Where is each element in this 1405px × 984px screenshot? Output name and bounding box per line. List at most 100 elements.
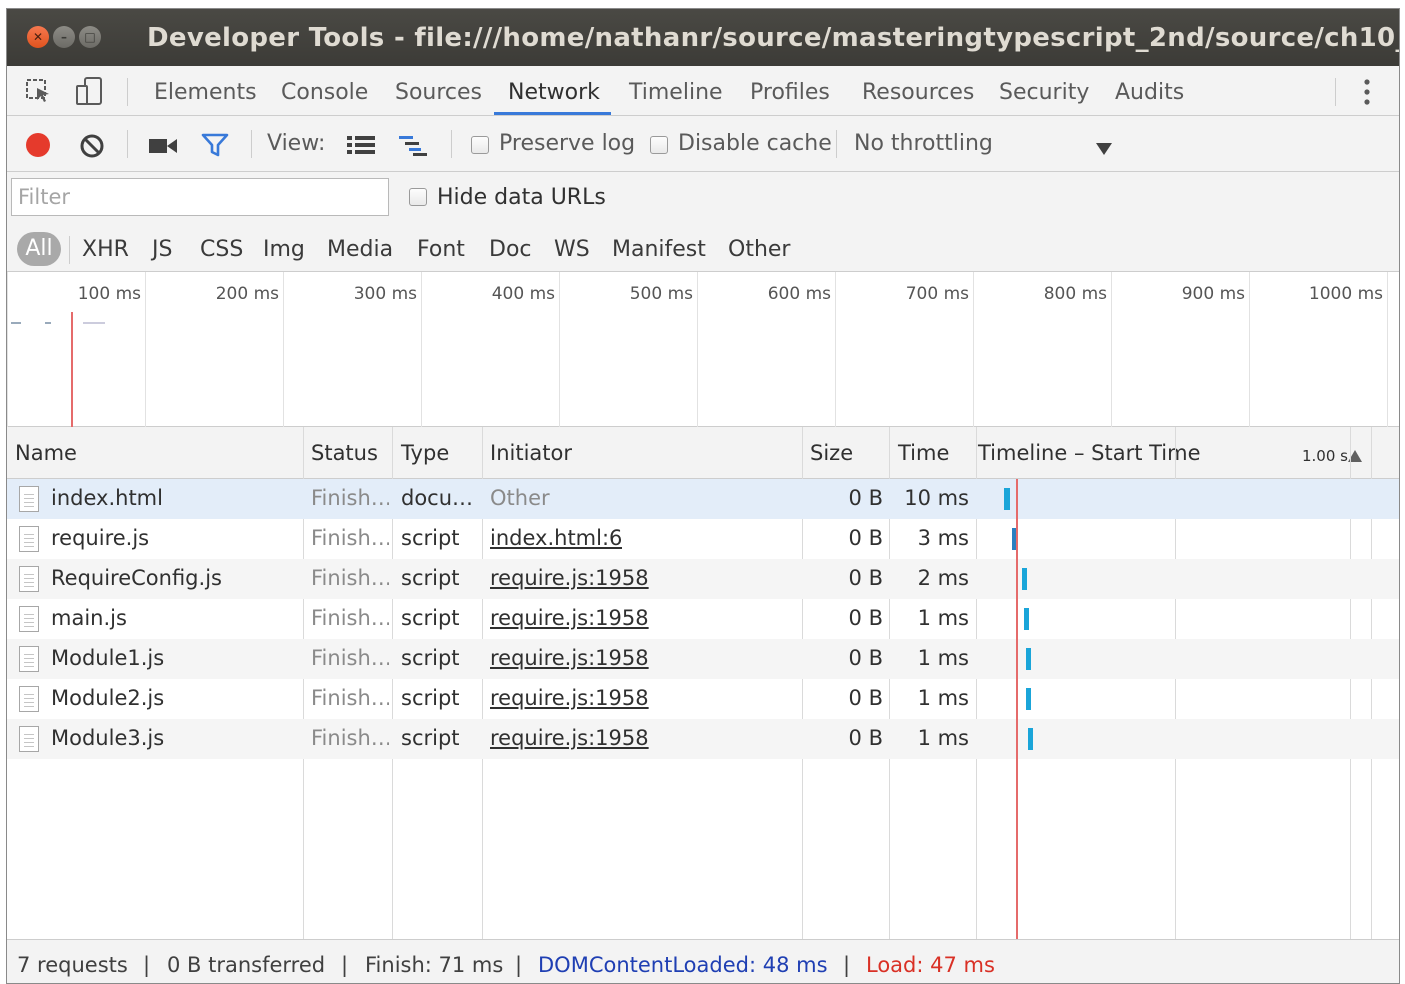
tab-elements[interactable]: Elements bbox=[154, 80, 257, 105]
window-maximize-button[interactable]: □ bbox=[79, 26, 101, 48]
request-status: Finish… bbox=[311, 486, 389, 510]
type-filter-manifest[interactable]: Manifest bbox=[612, 237, 706, 262]
overview-tick: 500 ms bbox=[629, 284, 693, 304]
type-filter-js[interactable]: JS bbox=[152, 237, 172, 262]
more-options-icon[interactable] bbox=[1363, 78, 1371, 110]
column-type[interactable]: Type bbox=[401, 441, 449, 465]
type-filter-css[interactable]: CSS bbox=[200, 237, 243, 262]
tab-audits[interactable]: Audits bbox=[1115, 80, 1184, 105]
request-initiator-link[interactable]: require.js:1958 bbox=[490, 566, 649, 590]
type-filter-all[interactable]: All bbox=[17, 232, 61, 266]
type-filter-doc[interactable]: Doc bbox=[489, 237, 532, 262]
window-minimize-button[interactable]: – bbox=[53, 26, 75, 48]
request-name: require.js bbox=[51, 526, 150, 550]
column-initiator[interactable]: Initiator bbox=[490, 441, 572, 465]
column-time[interactable]: Time bbox=[898, 441, 949, 465]
request-time: 3 ms bbox=[917, 526, 969, 550]
minimize-icon: – bbox=[61, 30, 67, 44]
table-row[interactable]: require.js Finish… script index.html:6 0… bbox=[7, 519, 1399, 559]
network-overview[interactable]: 100 ms 200 ms 300 ms 400 ms 500 ms 600 m… bbox=[7, 272, 1399, 427]
overview-tick: 100 ms bbox=[77, 284, 141, 304]
overview-tick: 200 ms bbox=[215, 284, 279, 304]
disable-cache-checkbox[interactable] bbox=[650, 136, 668, 154]
preserve-log-checkbox[interactable] bbox=[471, 136, 489, 154]
column-size[interactable]: Size bbox=[810, 441, 853, 465]
tab-console[interactable]: Console bbox=[281, 80, 368, 105]
overview-tick: 1000 ms bbox=[1308, 284, 1383, 304]
request-size: 0 B bbox=[848, 686, 883, 710]
timeline-scale-label: 1.00 s bbox=[1302, 447, 1348, 465]
request-type: script bbox=[401, 566, 460, 590]
filter-toggle-button[interactable] bbox=[201, 132, 229, 162]
hide-data-urls-label: Hide data URLs bbox=[437, 185, 606, 210]
request-initiator-link[interactable]: require.js:1958 bbox=[490, 686, 649, 710]
status-separator: | bbox=[341, 953, 349, 977]
overview-toggle-button[interactable] bbox=[399, 136, 429, 160]
device-mode-icon[interactable] bbox=[75, 76, 105, 110]
request-time: 1 ms bbox=[917, 726, 969, 750]
type-filter-font[interactable]: Font bbox=[417, 237, 465, 262]
overview-tick: 600 ms bbox=[767, 284, 831, 304]
filter-bar: Filter Hide data URLs All XHR JS CSS Img… bbox=[7, 172, 1399, 272]
document-icon bbox=[19, 526, 39, 552]
document-icon bbox=[19, 686, 39, 712]
tab-resources[interactable]: Resources bbox=[862, 80, 974, 105]
request-status: Finish… bbox=[311, 686, 389, 710]
waterfall-load-marker bbox=[1016, 479, 1018, 939]
clear-button[interactable] bbox=[79, 133, 105, 163]
table-row[interactable]: RequireConfig.js Finish… script require.… bbox=[7, 559, 1399, 599]
overview-tick: 800 ms bbox=[1043, 284, 1107, 304]
requests-table: Name Status Type Initiator Size Time Tim… bbox=[7, 427, 1399, 939]
table-row[interactable]: Module3.js Finish… script require.js:195… bbox=[7, 719, 1399, 759]
record-button[interactable] bbox=[25, 132, 51, 162]
inspect-element-icon[interactable] bbox=[25, 78, 53, 108]
document-icon bbox=[19, 726, 39, 752]
request-time: 10 ms bbox=[904, 486, 969, 510]
close-icon: ✕ bbox=[32, 30, 44, 44]
column-name[interactable]: Name bbox=[15, 441, 77, 465]
request-type: docu… bbox=[401, 486, 474, 510]
type-filter-ws[interactable]: WS bbox=[554, 237, 590, 262]
load-time: Load: 47 ms bbox=[866, 953, 995, 977]
table-row[interactable]: index.html Finish… docu… Other 0 B 10 ms bbox=[7, 479, 1399, 519]
request-initiator-link[interactable]: index.html:6 bbox=[490, 526, 622, 550]
disable-cache-label: Disable cache bbox=[678, 131, 832, 156]
request-initiator-link[interactable]: require.js:1958 bbox=[490, 726, 649, 750]
large-rows-button[interactable] bbox=[347, 136, 375, 158]
finish-time: Finish: 71 ms bbox=[365, 953, 504, 977]
maximize-icon: □ bbox=[84, 30, 96, 44]
type-filter-media[interactable]: Media bbox=[327, 237, 393, 262]
type-filter-img[interactable]: Img bbox=[263, 237, 305, 262]
request-name: Module1.js bbox=[51, 646, 165, 670]
window-close-button[interactable]: ✕ bbox=[27, 26, 49, 48]
type-filter-other[interactable]: Other bbox=[728, 237, 790, 262]
request-initiator-link[interactable]: require.js:1958 bbox=[490, 646, 649, 670]
document-icon bbox=[19, 566, 39, 592]
capture-screenshots-button[interactable] bbox=[149, 137, 177, 159]
tab-profiles[interactable]: Profiles bbox=[750, 80, 830, 105]
column-timeline[interactable]: Timeline – Start Time bbox=[978, 441, 1201, 465]
clear-icon bbox=[80, 134, 104, 158]
tab-security[interactable]: Security bbox=[999, 80, 1089, 105]
document-icon bbox=[19, 606, 39, 632]
request-initiator-link[interactable]: require.js:1958 bbox=[490, 606, 649, 630]
request-name: index.html bbox=[51, 486, 163, 510]
type-filter-xhr[interactable]: XHR bbox=[82, 237, 129, 262]
request-status: Finish… bbox=[311, 726, 389, 750]
tab-timeline[interactable]: Timeline bbox=[629, 80, 723, 105]
column-status[interactable]: Status bbox=[311, 441, 378, 465]
table-row[interactable]: Module2.js Finish… script require.js:195… bbox=[7, 679, 1399, 719]
request-type: script bbox=[401, 606, 460, 630]
requests-count: 7 requests bbox=[17, 953, 128, 977]
chevron-down-icon[interactable] bbox=[1096, 140, 1112, 159]
filter-input[interactable]: Filter bbox=[11, 178, 389, 216]
throttling-select[interactable]: No throttling bbox=[854, 131, 993, 156]
table-row[interactable]: main.js Finish… script require.js:1958 0… bbox=[7, 599, 1399, 639]
request-size: 0 B bbox=[848, 646, 883, 670]
hide-data-urls-checkbox[interactable] bbox=[409, 188, 427, 206]
view-label: View: bbox=[267, 131, 326, 156]
table-row[interactable]: Module1.js Finish… script require.js:195… bbox=[7, 639, 1399, 679]
request-time: 2 ms bbox=[917, 566, 969, 590]
tab-sources[interactable]: Sources bbox=[395, 80, 482, 105]
tab-network[interactable]: Network bbox=[508, 80, 600, 105]
